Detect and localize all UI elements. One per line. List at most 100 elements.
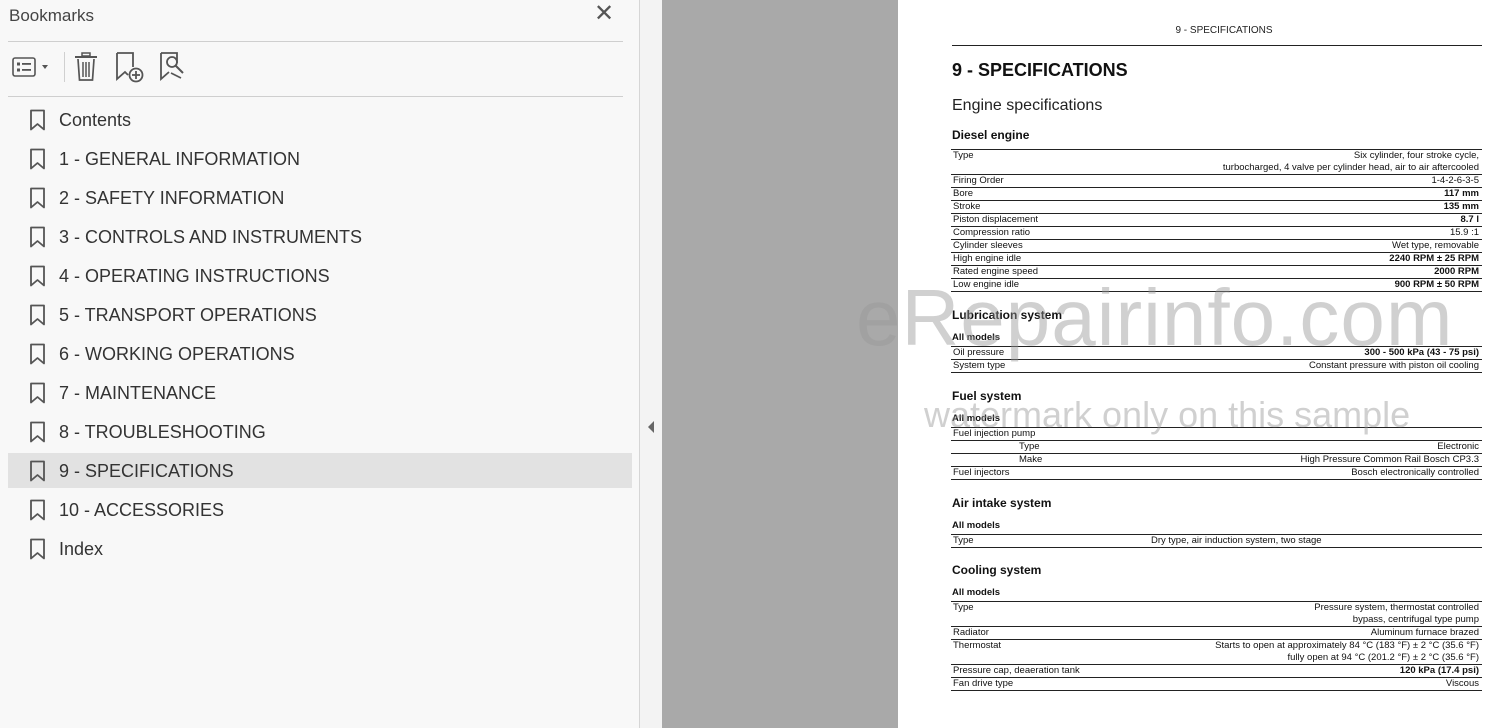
- spec-label: Type: [953, 150, 974, 161]
- collapse-panel-button[interactable]: [645, 418, 657, 436]
- document-background: [662, 0, 898, 728]
- spec-value-continued: bypass, centrifugal type pump: [1352, 614, 1479, 625]
- bookmark-icon: [30, 265, 45, 287]
- spec-value: Wet type, removable: [1392, 240, 1479, 251]
- bookmark-label: 1 - GENERAL INFORMATION: [59, 149, 301, 169]
- bookmark-icon: [30, 460, 45, 482]
- bookmark-item[interactable]: 3 - CONTROLS AND INSTRUMENTS: [8, 219, 632, 254]
- spec-row: Piston displacement 8.7 l: [951, 214, 1482, 227]
- spec-row: Type Dry type, air induction system, two …: [951, 535, 1482, 548]
- chapter-title: 9 - SPECIFICATIONS: [952, 60, 1128, 80]
- cooling-heading: Cooling system: [952, 563, 1042, 577]
- spec-label: Type: [953, 535, 974, 546]
- bookmark-icon: [30, 382, 45, 404]
- bookmark-label: Contents: [59, 110, 132, 130]
- new-bookmark-icon: [116, 52, 144, 83]
- bookmark-icon: [30, 343, 45, 365]
- spec-label: Thermostat: [953, 640, 1002, 651]
- close-panel-button[interactable]: ✕: [592, 0, 616, 27]
- spec-row: Make High Pressure Common Rail Bosch CP3.…: [951, 454, 1482, 467]
- bookmark-item[interactable]: 2 - SAFETY INFORMATION: [8, 180, 632, 215]
- spec-value: Pressure system, thermostat controlled: [1314, 602, 1479, 613]
- lubrication-heading: Lubrication system: [952, 308, 1063, 322]
- air-intake-table: Type Dry type, air induction system, two …: [951, 534, 1482, 548]
- spec-value: 15.9 :1: [1449, 227, 1479, 238]
- spec-value: 135 mm: [1443, 201, 1479, 212]
- spec-row: Pressure cap, deaeration tank 120 kPa (17…: [951, 665, 1482, 678]
- spec-label: Stroke: [953, 201, 981, 212]
- diesel-engine-heading: Diesel engine: [952, 128, 1030, 142]
- bookmark-icon: [30, 148, 45, 170]
- spec-label: Bore: [953, 188, 974, 199]
- bookmark-icon: [30, 538, 45, 560]
- spec-value: Viscous: [1445, 678, 1479, 689]
- spec-label: Fuel injection pump: [953, 428, 1036, 439]
- spec-label: Firing Order: [953, 175, 1004, 186]
- lubrication-table: Oil pressure 300 - 500 kPa (43 - 75 psi) S…: [951, 346, 1482, 373]
- spec-label: Fuel injectors: [953, 467, 1010, 478]
- spec-row: Firing Order 1-4-2-6-3-5: [951, 175, 1482, 188]
- panel-title: Bookmarks: [9, 6, 95, 25]
- spec-value: 1-4-2-6-3-5: [1431, 175, 1479, 186]
- spec-row: Low engine idle 900 RPM ± 50 RPM: [951, 279, 1482, 292]
- spec-row: Type Electronic: [951, 441, 1482, 454]
- spec-value: 300 - 500 kPa (43 - 75 psi): [1364, 347, 1479, 358]
- spec-value: Six cylinder, four stroke cycle,: [1353, 150, 1479, 161]
- spec-label: Radiator: [953, 627, 989, 638]
- running-head: 9 - SPECIFICATIONS: [1175, 25, 1273, 36]
- spec-row: Radiator Aluminum furnace brazed: [951, 627, 1482, 640]
- delete-bookmark-button[interactable]: [71, 50, 101, 84]
- spec-value: Dry type, air induction system, two stag…: [1151, 535, 1322, 546]
- spec-row: Compression ratio 15.9 :1: [951, 227, 1482, 240]
- bookmark-label: 8 - TROUBLESHOOTING: [59, 422, 266, 442]
- spec-row: Thermostat Starts to open at approximatel…: [951, 640, 1482, 665]
- spec-value: 117 mm: [1444, 188, 1479, 199]
- bookmark-item[interactable]: Contents: [8, 102, 632, 137]
- bookmark-label: 6 - WORKING OPERATIONS: [59, 344, 295, 364]
- toolbar-divider: [8, 96, 623, 97]
- bookmark-item[interactable]: 1 - GENERAL INFORMATION: [8, 141, 632, 176]
- bookmark-options-icon: [12, 57, 48, 77]
- document-page: 9 - SPECIFICATIONS 9 - SPECIFICATIONS En…: [898, 0, 1503, 728]
- spec-label: Type: [953, 602, 974, 613]
- spec-label: Fan drive type: [953, 678, 1014, 689]
- bookmark-icon: [30, 187, 45, 209]
- header-rule: [952, 45, 1482, 46]
- bookmark-options-button[interactable]: [8, 50, 54, 84]
- spec-value-continued: turbocharged, 4 valve per cylinder head,…: [1222, 162, 1479, 173]
- bookmark-item[interactable]: 4 - OPERATING INSTRUCTIONS: [8, 258, 632, 293]
- fuel-system-heading: Fuel system: [952, 389, 1022, 403]
- bookmark-label: 9 - SPECIFICATIONS: [59, 461, 234, 481]
- bookmark-label: Index: [59, 539, 104, 559]
- close-icon: ✕: [593, 0, 615, 27]
- spec-row: Rated engine speed 2000 RPM: [951, 266, 1482, 279]
- bookmark-item[interactable]: 7 - MAINTENANCE: [8, 375, 632, 410]
- bookmark-item[interactable]: 9 - SPECIFICATIONS: [8, 453, 632, 488]
- spec-row: Fuel injection pump: [951, 428, 1482, 441]
- spec-label: Compression ratio: [953, 227, 1031, 238]
- cooling-table: Type Pressure system, thermostat controll…: [951, 601, 1482, 691]
- spec-label: Oil pressure: [953, 347, 1005, 358]
- bookmark-icon: [30, 226, 45, 248]
- find-bookmark-button[interactable]: [156, 50, 190, 84]
- panel-splitter[interactable]: [640, 0, 662, 728]
- spec-row: Oil pressure 300 - 500 kPa (43 - 75 psi): [951, 347, 1482, 360]
- bookmark-item[interactable]: 5 - TRANSPORT OPERATIONS: [8, 297, 632, 332]
- spec-label: System type: [953, 360, 1006, 371]
- spec-value: Constant pressure with piston oil coolin…: [1308, 360, 1479, 371]
- spec-value-continued: fully open at 94 °C (201.2 °F) ± 2 °C (3…: [1287, 652, 1480, 663]
- bookmark-item[interactable]: Index: [8, 531, 632, 566]
- spec-label: Rated engine speed: [953, 266, 1039, 277]
- new-bookmark-button[interactable]: [112, 50, 146, 84]
- spec-value: 900 RPM ± 50 RPM: [1394, 279, 1479, 290]
- spec-label: Type: [1019, 441, 1040, 452]
- spec-row: Cylinder sleeves Wet type, removable: [951, 240, 1482, 253]
- bookmark-item[interactable]: 8 - TROUBLESHOOTING: [8, 414, 632, 449]
- bookmark-item[interactable]: 10 - ACCESSORIES: [8, 492, 632, 527]
- bookmark-icon: [30, 304, 45, 326]
- air-intake-heading: Air intake system: [952, 496, 1052, 510]
- spec-label: Piston displacement: [953, 214, 1039, 225]
- spec-row: System type Constant pressure with piston…: [951, 360, 1482, 373]
- bookmark-item[interactable]: 6 - WORKING OPERATIONS: [8, 336, 632, 371]
- spec-value: 2240 RPM ± 25 RPM: [1389, 253, 1479, 264]
